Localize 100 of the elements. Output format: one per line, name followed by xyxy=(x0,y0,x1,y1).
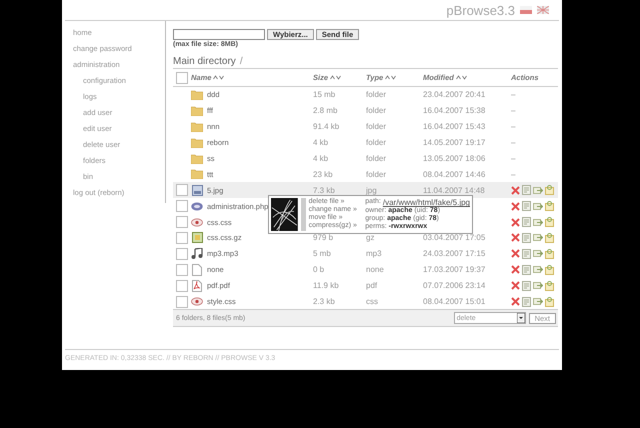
sort-icon[interactable] xyxy=(213,75,224,80)
music-note-icon xyxy=(191,248,203,260)
type-cell: jpg xyxy=(366,186,377,195)
size-cell: 979 b xyxy=(313,233,334,242)
edit-icon[interactable] xyxy=(522,264,531,275)
path-link[interactable]: /var/www/html/fake/5.jpg xyxy=(382,198,470,208)
dropdown-arrow-icon[interactable] xyxy=(516,313,525,324)
image-file-icon xyxy=(192,184,202,196)
delete-icon[interactable] xyxy=(511,249,520,258)
row-checkbox[interactable] xyxy=(176,216,188,228)
sort-icon[interactable] xyxy=(330,75,342,80)
blank-file-icon xyxy=(192,264,202,276)
move-icon[interactable] xyxy=(533,186,543,195)
move-icon[interactable] xyxy=(533,265,543,274)
no-actions-text: – xyxy=(511,138,516,148)
delete-icon[interactable] xyxy=(511,297,520,306)
delete-icon[interactable] xyxy=(511,202,520,211)
flag-icon[interactable] xyxy=(520,6,532,14)
compress-icon[interactable] xyxy=(545,232,554,243)
type-cell: gz xyxy=(366,233,374,242)
modified-cell: 17.03.2007 19:37 xyxy=(423,265,486,274)
type-cell: folder xyxy=(366,106,386,116)
move-icon[interactable] xyxy=(533,281,543,290)
delete-icon[interactable] xyxy=(511,186,520,195)
size-cell: 0 b xyxy=(313,265,324,274)
compress-icon[interactable] xyxy=(545,296,554,307)
compress-icon[interactable] xyxy=(545,185,554,196)
size-cell: 91.4 kb xyxy=(313,122,340,132)
modified-cell: 14.05.2007 19:17 xyxy=(423,138,486,148)
row-checkbox[interactable] xyxy=(176,280,188,292)
no-actions-text: – xyxy=(511,154,516,163)
size-cell: 2.3 kb xyxy=(313,297,335,306)
app-title: pBrowse3.3 xyxy=(446,2,515,18)
edit-icon[interactable] xyxy=(522,232,531,243)
compress-icon[interactable] xyxy=(545,280,554,291)
move-icon[interactable] xyxy=(533,218,543,227)
modified-cell: 07.07.2006 23:14 xyxy=(423,281,486,290)
select-all-checkbox[interactable] xyxy=(176,72,188,84)
file-input-field[interactable] xyxy=(173,29,265,40)
css-file-icon xyxy=(191,218,203,227)
sort-icon[interactable] xyxy=(456,75,467,80)
size-cell: 4 kb xyxy=(313,154,328,163)
row-checkbox[interactable] xyxy=(176,200,188,212)
delete-icon[interactable] xyxy=(511,281,520,290)
edit-icon[interactable] xyxy=(522,201,531,212)
flag-icon[interactable] xyxy=(537,6,549,14)
compress-icon[interactable] xyxy=(545,248,554,259)
size-cell: 7.3 kb xyxy=(313,186,335,195)
size-cell: 11.9 kb xyxy=(313,281,339,290)
type-cell: mp3 xyxy=(366,249,382,258)
pdf-file-icon xyxy=(192,280,202,292)
folder-icon xyxy=(191,122,203,132)
row-checkbox[interactable] xyxy=(176,264,188,276)
modified-cell: 23.04.2007 20:41 xyxy=(423,90,486,100)
compress-icon[interactable] xyxy=(545,217,554,228)
compress-icon[interactable] xyxy=(545,264,554,275)
edit-icon[interactable] xyxy=(522,185,531,196)
folder-icon xyxy=(191,90,203,100)
php-file-icon xyxy=(191,202,203,211)
move-icon[interactable] xyxy=(533,202,543,211)
sort-icon[interactable] xyxy=(385,75,396,80)
css-file-icon xyxy=(191,297,203,306)
modified-cell: 08.04.2007 15:01 xyxy=(423,297,486,306)
row-checkbox[interactable] xyxy=(176,296,188,308)
archive-file-icon xyxy=(192,232,202,244)
compress-icon[interactable] xyxy=(545,201,554,212)
modified-cell: 11.04.2007 14:48 xyxy=(423,186,485,195)
size-cell: 4 kb xyxy=(313,138,328,148)
row-checkbox[interactable] xyxy=(176,232,188,244)
path-link[interactable]: / xyxy=(240,56,243,66)
edit-icon[interactable] xyxy=(522,248,531,259)
edit-icon[interactable] xyxy=(522,296,531,307)
modified-cell: 24.03.2007 17:15 xyxy=(423,249,486,258)
folder-icon xyxy=(191,138,203,148)
type-cell: pdf xyxy=(366,281,378,290)
type-cell: none xyxy=(366,265,384,274)
type-cell: css xyxy=(366,297,378,306)
move-icon[interactable] xyxy=(533,233,543,242)
type-cell: folder xyxy=(366,90,386,100)
modified-cell: 03.04.2007 17:05 xyxy=(423,233,486,242)
directory-title: Main directory xyxy=(173,56,236,66)
delete-icon[interactable] xyxy=(511,218,520,227)
row-checkbox[interactable] xyxy=(176,248,188,260)
edit-icon[interactable] xyxy=(522,280,531,291)
move-icon[interactable] xyxy=(533,249,543,258)
move-icon[interactable] xyxy=(533,297,543,306)
no-actions-text: – xyxy=(511,170,516,179)
size-cell: 2.8 mb xyxy=(313,106,338,116)
edit-icon[interactable] xyxy=(522,217,531,228)
folder-icon xyxy=(191,106,203,116)
folder-icon xyxy=(191,154,203,164)
type-cell: folder xyxy=(366,170,386,179)
delete-icon[interactable] xyxy=(511,265,520,274)
row-checkbox[interactable] xyxy=(176,184,188,196)
delete-icon[interactable] xyxy=(511,233,520,242)
modified-cell: 16.04.2007 15:43 xyxy=(423,122,486,132)
modified-cell: 08.04.2007 14:46 xyxy=(423,170,486,179)
type-cell: folder xyxy=(366,154,386,163)
no-actions-text: – xyxy=(511,122,516,132)
type-cell: folder xyxy=(366,122,386,132)
